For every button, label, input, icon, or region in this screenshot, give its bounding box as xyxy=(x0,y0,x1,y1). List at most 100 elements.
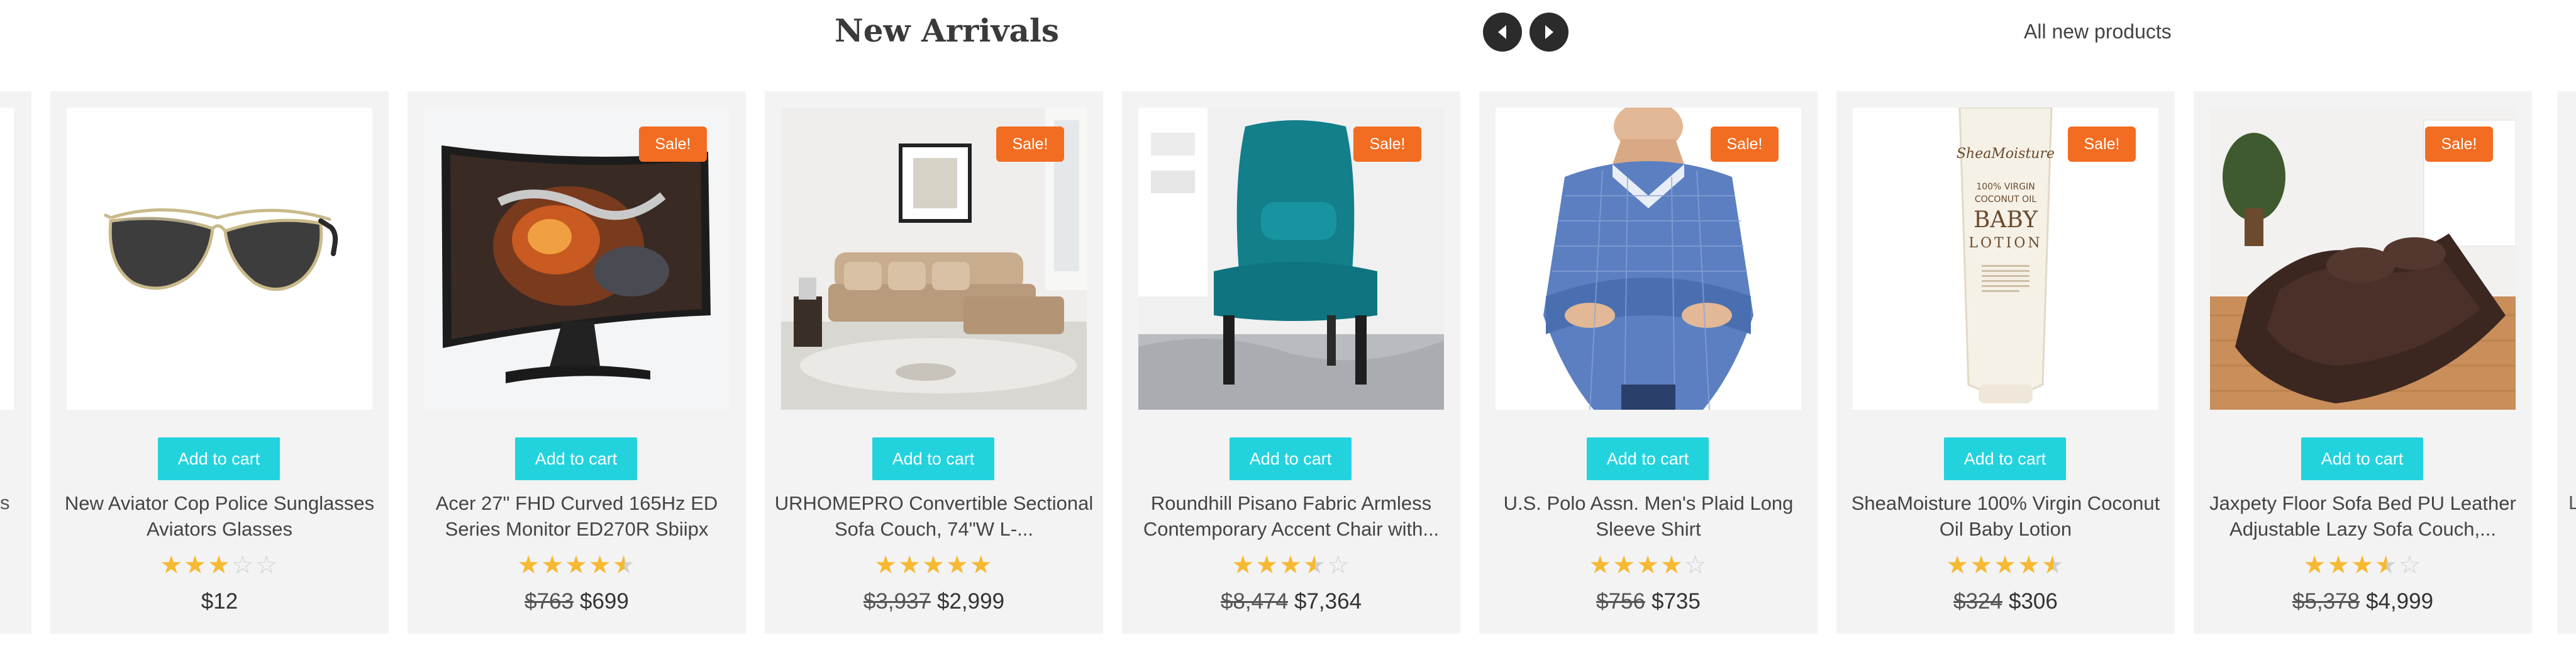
carousel-prev-button[interactable] xyxy=(1483,13,1522,52)
star-full-icon: ★ xyxy=(922,551,946,579)
product-rating: ★★★★★ xyxy=(765,552,1103,578)
product-price: $756 $735 xyxy=(1479,588,1818,615)
star-empty-icon: ☆ xyxy=(1684,551,1708,579)
product-price: $763 $699 xyxy=(408,588,746,615)
product-title[interactable]: Acer 27" FHD Curved 165Hz ED Series Moni… xyxy=(415,490,738,543)
old-price: $763 xyxy=(525,589,574,614)
product-card[interactable]: SheaMoisture 100% VIRGIN COCONUT OIL BAB… xyxy=(1836,91,2175,634)
star-full-icon: ★ xyxy=(1613,551,1637,579)
product-rating: ★★★★☆ xyxy=(2194,552,2532,578)
product-price: $12 xyxy=(50,588,389,615)
product-title[interactable]: URHOMEPRO Convertible Sectional Sofa Cou… xyxy=(772,490,1096,543)
current-price: $306 xyxy=(2009,589,2058,614)
svg-text:LOTION: LOTION xyxy=(1968,235,2042,251)
product-title[interactable]: SheaMoisture 100% Virgin Coconut Oil Bab… xyxy=(1844,490,2167,543)
old-price: $3,937 xyxy=(863,589,931,614)
star-full-icon: ★ xyxy=(588,551,613,579)
product-title[interactable]: Roundhill Pisano Fabric Armless Contempo… xyxy=(1130,490,1453,543)
product-price: $324 $306 xyxy=(1836,588,2175,615)
product-price: $5,378 $4,999 xyxy=(2194,588,2532,615)
sale-badge: Sale! xyxy=(1711,127,1779,162)
product-title-partial: s xyxy=(0,492,10,514)
star-full-icon: ★ xyxy=(2017,551,2041,579)
product-card-partial-left[interactable]: s xyxy=(0,91,31,634)
star-half-icon: ★ xyxy=(1302,551,1327,579)
current-price: $4,999 xyxy=(2366,589,2434,614)
product-price: $8,474 $7,364 xyxy=(1122,588,1460,615)
star-full-icon: ★ xyxy=(1660,551,1684,579)
add-to-cart-button[interactable]: Add to cart xyxy=(1587,437,1709,480)
star-full-icon: ★ xyxy=(2351,551,2375,579)
add-to-cart-button[interactable]: Add to cart xyxy=(1230,437,1352,480)
product-card-partial-right[interactable]: L xyxy=(2557,91,2576,634)
old-price: $5,378 xyxy=(2292,589,2360,614)
star-half-icon: ★ xyxy=(612,551,636,579)
star-empty-icon: ☆ xyxy=(2398,551,2423,579)
sale-badge: Sale! xyxy=(2068,127,2136,162)
star-empty-icon: ☆ xyxy=(231,551,255,579)
star-full-icon: ★ xyxy=(541,551,565,579)
add-to-cart-button[interactable]: Add to cart xyxy=(515,437,637,480)
star-full-icon: ★ xyxy=(565,551,589,579)
star-full-icon: ★ xyxy=(1636,551,1660,579)
product-title[interactable]: Jaxpety Floor Sofa Bed PU Leather Adjust… xyxy=(2201,490,2524,543)
product-title[interactable]: New Aviator Cop Police Sunglasses Aviato… xyxy=(58,490,381,543)
product-card[interactable]: Add to cart New Aviator Cop Police Sungl… xyxy=(50,91,389,634)
product-rating: ★★★★☆ xyxy=(1479,552,1818,578)
add-to-cart-button[interactable]: Add to cart xyxy=(1944,437,2066,480)
product-image-sunglasses xyxy=(67,108,372,410)
sale-badge: Sale! xyxy=(2425,127,2493,162)
section-title: New Arrivals xyxy=(835,12,1060,49)
sale-badge: Sale! xyxy=(639,127,707,162)
add-to-cart-button[interactable]: Add to cart xyxy=(158,437,280,480)
star-full-icon: ★ xyxy=(2327,551,2351,579)
svg-text:COCONUT OIL: COCONUT OIL xyxy=(1975,194,2036,205)
star-full-icon: ★ xyxy=(2303,551,2328,579)
star-full-icon: ★ xyxy=(898,551,923,579)
star-half-icon: ★ xyxy=(2374,551,2399,579)
chevron-left-icon xyxy=(1498,25,1506,39)
add-to-cart-button[interactable]: Add to cart xyxy=(2301,437,2423,480)
star-full-icon: ★ xyxy=(160,551,184,579)
product-title-partial: L xyxy=(2568,492,2576,514)
star-empty-icon: ☆ xyxy=(255,551,279,579)
product-rating: ★★★☆☆ xyxy=(50,552,389,578)
star-full-icon: ★ xyxy=(208,551,231,579)
product-image[interactable] xyxy=(67,108,372,410)
old-price: $8,474 xyxy=(1220,589,1288,614)
add-to-cart-button[interactable]: Add to cart xyxy=(872,437,994,480)
star-full-icon: ★ xyxy=(184,551,208,579)
star-half-icon: ★ xyxy=(2041,551,2065,579)
star-empty-icon: ☆ xyxy=(1326,551,1351,579)
sale-badge: Sale! xyxy=(1353,127,1421,162)
old-price: $756 xyxy=(1596,589,1645,614)
sale-badge: Sale! xyxy=(996,127,1064,162)
current-price: $7,364 xyxy=(1294,589,1362,614)
star-full-icon: ★ xyxy=(1970,551,1994,579)
product-title[interactable]: U.S. Polo Assn. Men's Plaid Long Sleeve … xyxy=(1487,490,1810,543)
product-card[interactable]: Sale! Add to cart Roundhill Pisano Fabri… xyxy=(1122,91,1460,634)
carousel-next-button[interactable] xyxy=(1530,13,1568,52)
product-price: $3,937 $2,999 xyxy=(765,588,1103,615)
product-rating: ★★★★★ xyxy=(408,552,746,578)
product-card[interactable]: Sale! Add to cart U.S. Polo Assn. Men's … xyxy=(1479,91,1818,634)
star-full-icon: ★ xyxy=(1994,551,2018,579)
current-price: $735 xyxy=(1652,589,1701,614)
star-full-icon: ★ xyxy=(1231,551,1256,579)
star-full-icon: ★ xyxy=(874,551,899,579)
star-full-icon: ★ xyxy=(1279,551,1303,579)
product-rating: ★★★★★ xyxy=(1836,552,2175,578)
star-full-icon: ★ xyxy=(1589,551,1613,579)
product-card[interactable]: Sale! Add to cart URHOMEPRO Convertible … xyxy=(765,91,1103,634)
all-new-products-link[interactable]: All new products xyxy=(2024,18,2172,45)
star-full-icon: ★ xyxy=(1946,551,1970,579)
svg-text:SheaMoisture: SheaMoisture xyxy=(1957,146,2055,162)
old-price: $324 xyxy=(1953,589,2002,614)
current-price: $12 xyxy=(201,589,238,614)
star-full-icon: ★ xyxy=(1255,551,1280,579)
product-card[interactable]: Sale! Add to cart Acer 27" FHD Curved 16… xyxy=(408,91,746,634)
svg-text:BABY: BABY xyxy=(1974,207,2038,233)
product-image-partial xyxy=(0,108,14,410)
product-card[interactable]: Sale! Add to cart Jaxpety Floor Sofa Bed… xyxy=(2194,91,2532,634)
star-full-icon: ★ xyxy=(945,551,970,579)
